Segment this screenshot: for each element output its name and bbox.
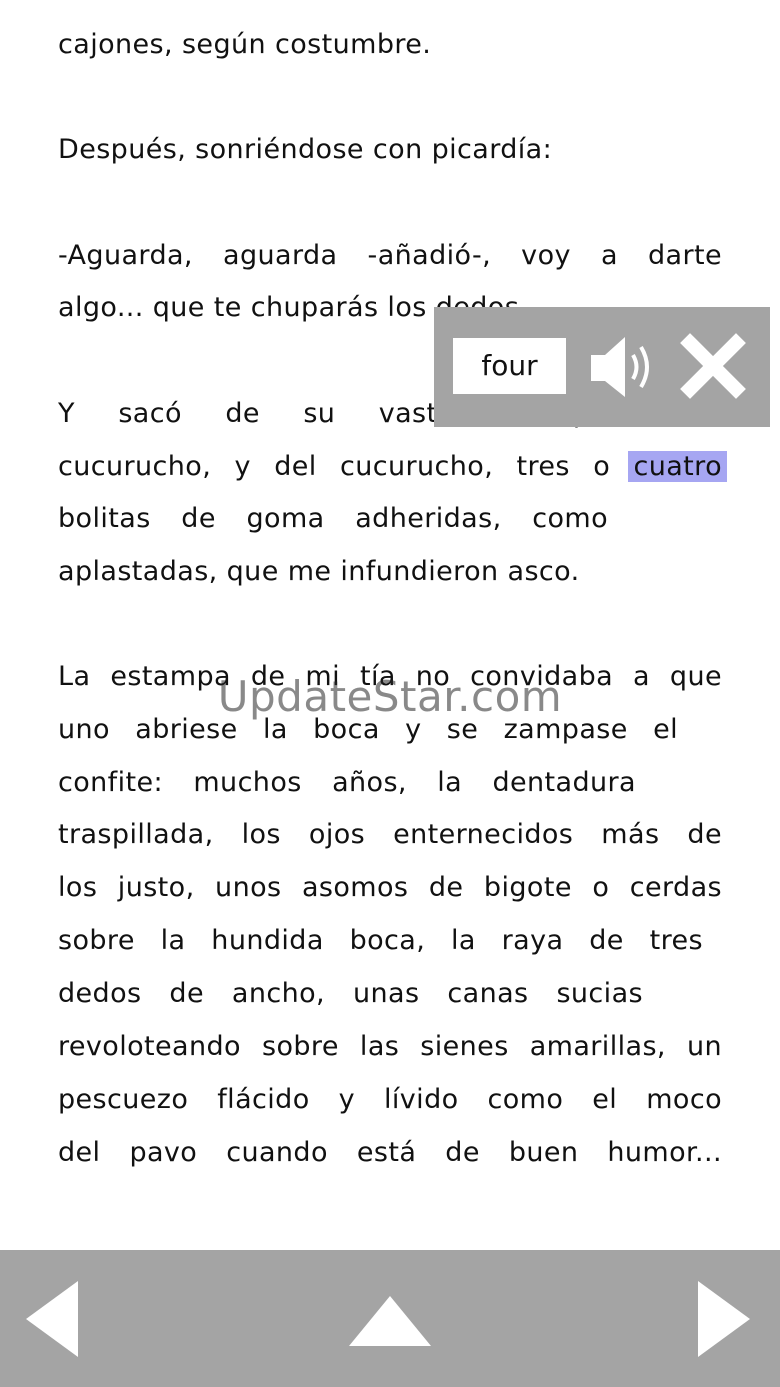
text-line: -Aguarda, aguarda -añadió-, voy a darte [58,240,722,271]
menu-up-button[interactable] [345,1292,435,1350]
bottom-navigation-bar [0,1250,780,1387]
right-triangle-icon [698,1281,750,1357]
text-line-highlighted: cucurucho, y del cucurucho, tres o cuatr… [58,447,727,487]
text-line: cajones, según costumbre. [58,29,432,60]
text-line: pescuezo flácido y lívido como el moco [58,1084,722,1115]
next-page-button[interactable] [692,1277,756,1361]
watermark: UpdateStar.com [217,672,563,721]
text-line: confite: muchos años, la dentadura [58,767,636,798]
text-line: revoloteando sobre las sienes amarillas,… [58,1031,722,1062]
text-line: dedos de ancho, unas canas sucias [58,978,643,1009]
text-segment: cucurucho, y del cucurucho, tres o [58,451,634,482]
reader-page[interactable]: cajones, según costumbre. Después, sonri… [0,0,780,1250]
translation-popup: four [434,307,770,427]
speaker-icon[interactable] [589,333,661,401]
up-triangle-icon [349,1296,431,1346]
left-triangle-icon [26,1281,78,1357]
previous-page-button[interactable] [20,1277,84,1361]
text-line: del pavo cuando está de buen humor... [58,1137,722,1168]
text-line: Después, sonriéndose con picardía: [58,134,553,165]
close-icon[interactable] [680,333,746,399]
text-line: sobre la hundida boca, la raya de tres [58,925,703,956]
text-line: bolitas de goma adheridas, como [58,503,608,534]
translation-text: four [453,338,566,394]
text-line: los justo, unos asomos de bigote o cerda… [58,872,722,903]
text-line: aplastadas, que me infundieron asco. [58,556,580,587]
text-line: traspillada, los ojos enternecidos más d… [58,819,722,850]
selected-word[interactable]: cuatro [628,451,727,482]
